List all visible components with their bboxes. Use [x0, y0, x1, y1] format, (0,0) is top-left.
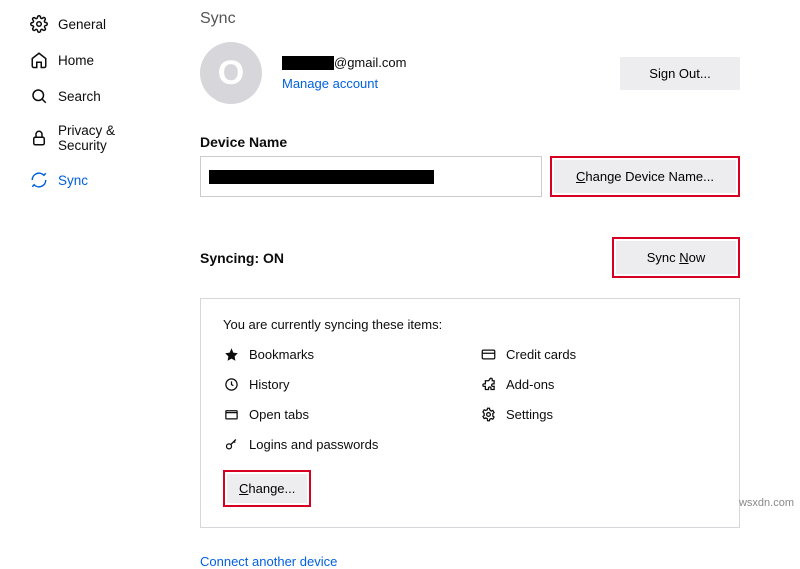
- change-device-name-button[interactable]: Change Device Name...: [554, 160, 736, 193]
- sync-item-label: Logins and passwords: [249, 437, 378, 452]
- credit-card-icon: [480, 346, 496, 362]
- home-icon: [30, 51, 48, 69]
- device-section: Device Name Change Device Name...: [200, 134, 740, 197]
- sidebar-item-label: General: [58, 17, 106, 32]
- sync-item-label: Credit cards: [506, 347, 576, 362]
- account-info: @gmail.com Manage account: [282, 55, 600, 91]
- sync-item-label: Bookmarks: [249, 347, 314, 362]
- puzzle-icon: [480, 376, 496, 392]
- star-icon: [223, 346, 239, 362]
- highlight-change-device: Change Device Name...: [550, 156, 740, 197]
- sidebar-item-privacy[interactable]: Privacy & Security: [0, 114, 180, 162]
- sync-item-bookmarks: Bookmarks: [223, 346, 460, 362]
- sync-items-grid: Bookmarks Credit cards History Add-ons: [223, 346, 717, 452]
- sync-item-addons: Add-ons: [480, 376, 717, 392]
- sync-item-credit-cards: Credit cards: [480, 346, 717, 362]
- sync-item-open-tabs: Open tabs: [223, 406, 460, 422]
- connect-device-row: Connect another device: [200, 554, 740, 569]
- clock-icon: [223, 376, 239, 392]
- redacted-email-user: [282, 56, 334, 70]
- sync-now-button[interactable]: Sync Now: [616, 241, 736, 274]
- highlight-change: Change...: [223, 470, 311, 507]
- settings-content: Sync O @gmail.com Manage account Sign Ou…: [180, 0, 800, 513]
- account-row: O @gmail.com Manage account Sign Out...: [200, 42, 740, 104]
- sync-item-label: Add-ons: [506, 377, 554, 392]
- settings-sidebar: General Home Search Privacy & Security S…: [0, 0, 180, 513]
- sync-items-panel: You are currently syncing these items: B…: [200, 298, 740, 528]
- sync-intro-text: You are currently syncing these items:: [223, 317, 717, 332]
- change-sync-items-button[interactable]: Change...: [227, 474, 307, 503]
- sidebar-item-sync[interactable]: Sync: [0, 162, 180, 198]
- avatar: O: [200, 42, 262, 104]
- sidebar-item-label: Home: [58, 53, 94, 68]
- page-title: Sync: [200, 10, 740, 28]
- sidebar-item-label: Search: [58, 89, 101, 104]
- sync-item-logins: Logins and passwords: [223, 436, 460, 452]
- sidebar-item-label: Privacy & Security: [58, 123, 162, 153]
- sidebar-item-general[interactable]: General: [0, 6, 180, 42]
- search-icon: [30, 87, 48, 105]
- sidebar-item-search[interactable]: Search: [0, 78, 180, 114]
- device-name-field: [200, 156, 542, 197]
- device-row: Change Device Name...: [200, 156, 740, 197]
- gear-icon: [480, 406, 496, 422]
- sync-item-settings: Settings: [480, 406, 717, 422]
- connect-device-link[interactable]: Connect another device: [200, 554, 337, 569]
- sync-item-label: Open tabs: [249, 407, 309, 422]
- redacted-device-name: [209, 170, 434, 184]
- account-email: @gmail.com: [282, 55, 600, 70]
- device-name-label: Device Name: [200, 134, 740, 150]
- sync-item-label: History: [249, 377, 289, 392]
- email-suffix: @gmail.com: [334, 55, 406, 70]
- sync-icon: [30, 171, 48, 189]
- sync-item-history: History: [223, 376, 460, 392]
- sidebar-item-home[interactable]: Home: [0, 42, 180, 78]
- highlight-sync-now: Sync Now: [612, 237, 740, 278]
- gear-icon: [30, 15, 48, 33]
- key-icon: [223, 436, 239, 452]
- tabs-icon: [223, 406, 239, 422]
- sync-item-label: Settings: [506, 407, 553, 422]
- watermark: wsxdn.com: [739, 497, 794, 509]
- syncing-status: Syncing: ON: [200, 250, 284, 266]
- sidebar-item-label: Sync: [58, 173, 88, 188]
- sign-out-button[interactable]: Sign Out...: [620, 57, 740, 90]
- manage-account-link[interactable]: Manage account: [282, 76, 600, 91]
- syncing-row: Syncing: ON Sync Now: [200, 237, 740, 278]
- lock-icon: [30, 129, 48, 147]
